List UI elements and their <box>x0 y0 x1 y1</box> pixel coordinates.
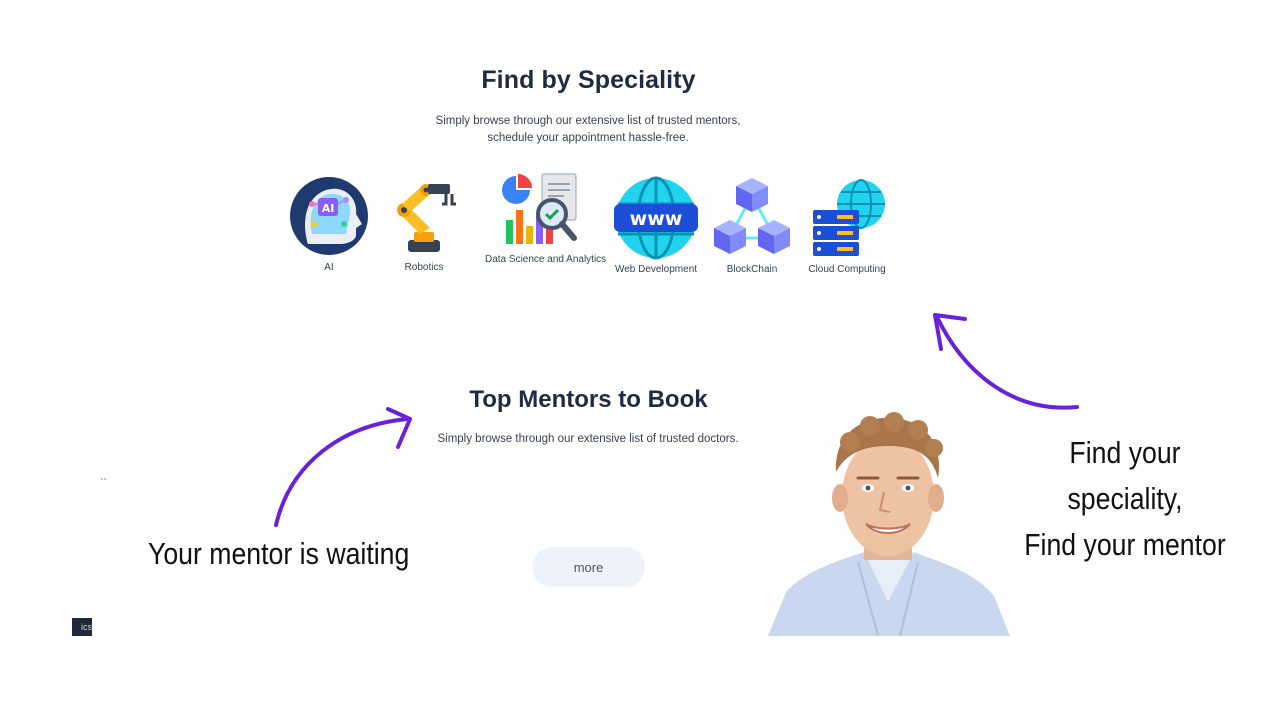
arrow-to-mentors-icon <box>274 407 412 527</box>
mentor-photo <box>768 412 1010 636</box>
caption-right-line2: Find your mentor <box>1024 527 1226 562</box>
speciality-label-cloud-computing: Cloud Computing <box>808 264 886 275</box>
speciality-subtitle-line1: Simply browse through our extensive list… <box>435 115 741 127</box>
speciality-item-data-science[interactable]: Data Science and Analytics <box>485 170 607 265</box>
arrow-to-speciality-icon <box>933 313 1079 410</box>
caption-mentor-waiting: Your mentor is waiting <box>148 536 410 571</box>
speciality-item-robotics[interactable]: Robotics <box>369 176 479 273</box>
speciality-title: Find by Speciality <box>481 66 696 94</box>
mentors-subtitle: Simply browse through our extensive list… <box>437 433 739 445</box>
speciality-item-cloud-computing[interactable]: Cloud Computing <box>792 178 902 275</box>
speciality-item-web-development[interactable]: www Web Development <box>601 176 711 275</box>
caption-right-line1: Find your speciality, <box>1067 435 1183 516</box>
speciality-label-data-science: Data Science and Analytics <box>485 254 607 265</box>
speciality-item-blockchain[interactable]: BlockChain <box>697 176 807 275</box>
bottom-tab-fragment: ics <box>72 618 92 636</box>
speciality-item-ai[interactable]: AI AI <box>274 174 384 273</box>
robot-arm-icon <box>397 184 456 252</box>
ai-head-icon: AI <box>290 177 368 255</box>
more-button[interactable]: more <box>532 547 645 587</box>
speciality-label-ai: AI <box>324 262 334 273</box>
speciality-label-web-development: Web Development <box>614 264 698 275</box>
blockchain-cubes-icon <box>714 178 790 254</box>
speciality-label-robotics: Robotics <box>404 262 444 273</box>
stray-mark: `` <box>100 478 107 489</box>
speciality-label-blockchain: BlockChain <box>726 264 778 275</box>
caption-find-speciality: Find your speciality, Find your mentor <box>1018 430 1233 568</box>
speciality-subtitle: Simply browse through our extensive list… <box>388 113 788 147</box>
data-analytics-icon <box>502 173 577 244</box>
cloud-server-icon <box>813 179 885 256</box>
www-globe-icon: www <box>614 176 698 260</box>
speciality-subtitle-line2: schedule your appointment hassle-free. <box>487 132 689 144</box>
svg-text:www: www <box>630 208 683 230</box>
svg-text:AI: AI <box>322 202 335 215</box>
